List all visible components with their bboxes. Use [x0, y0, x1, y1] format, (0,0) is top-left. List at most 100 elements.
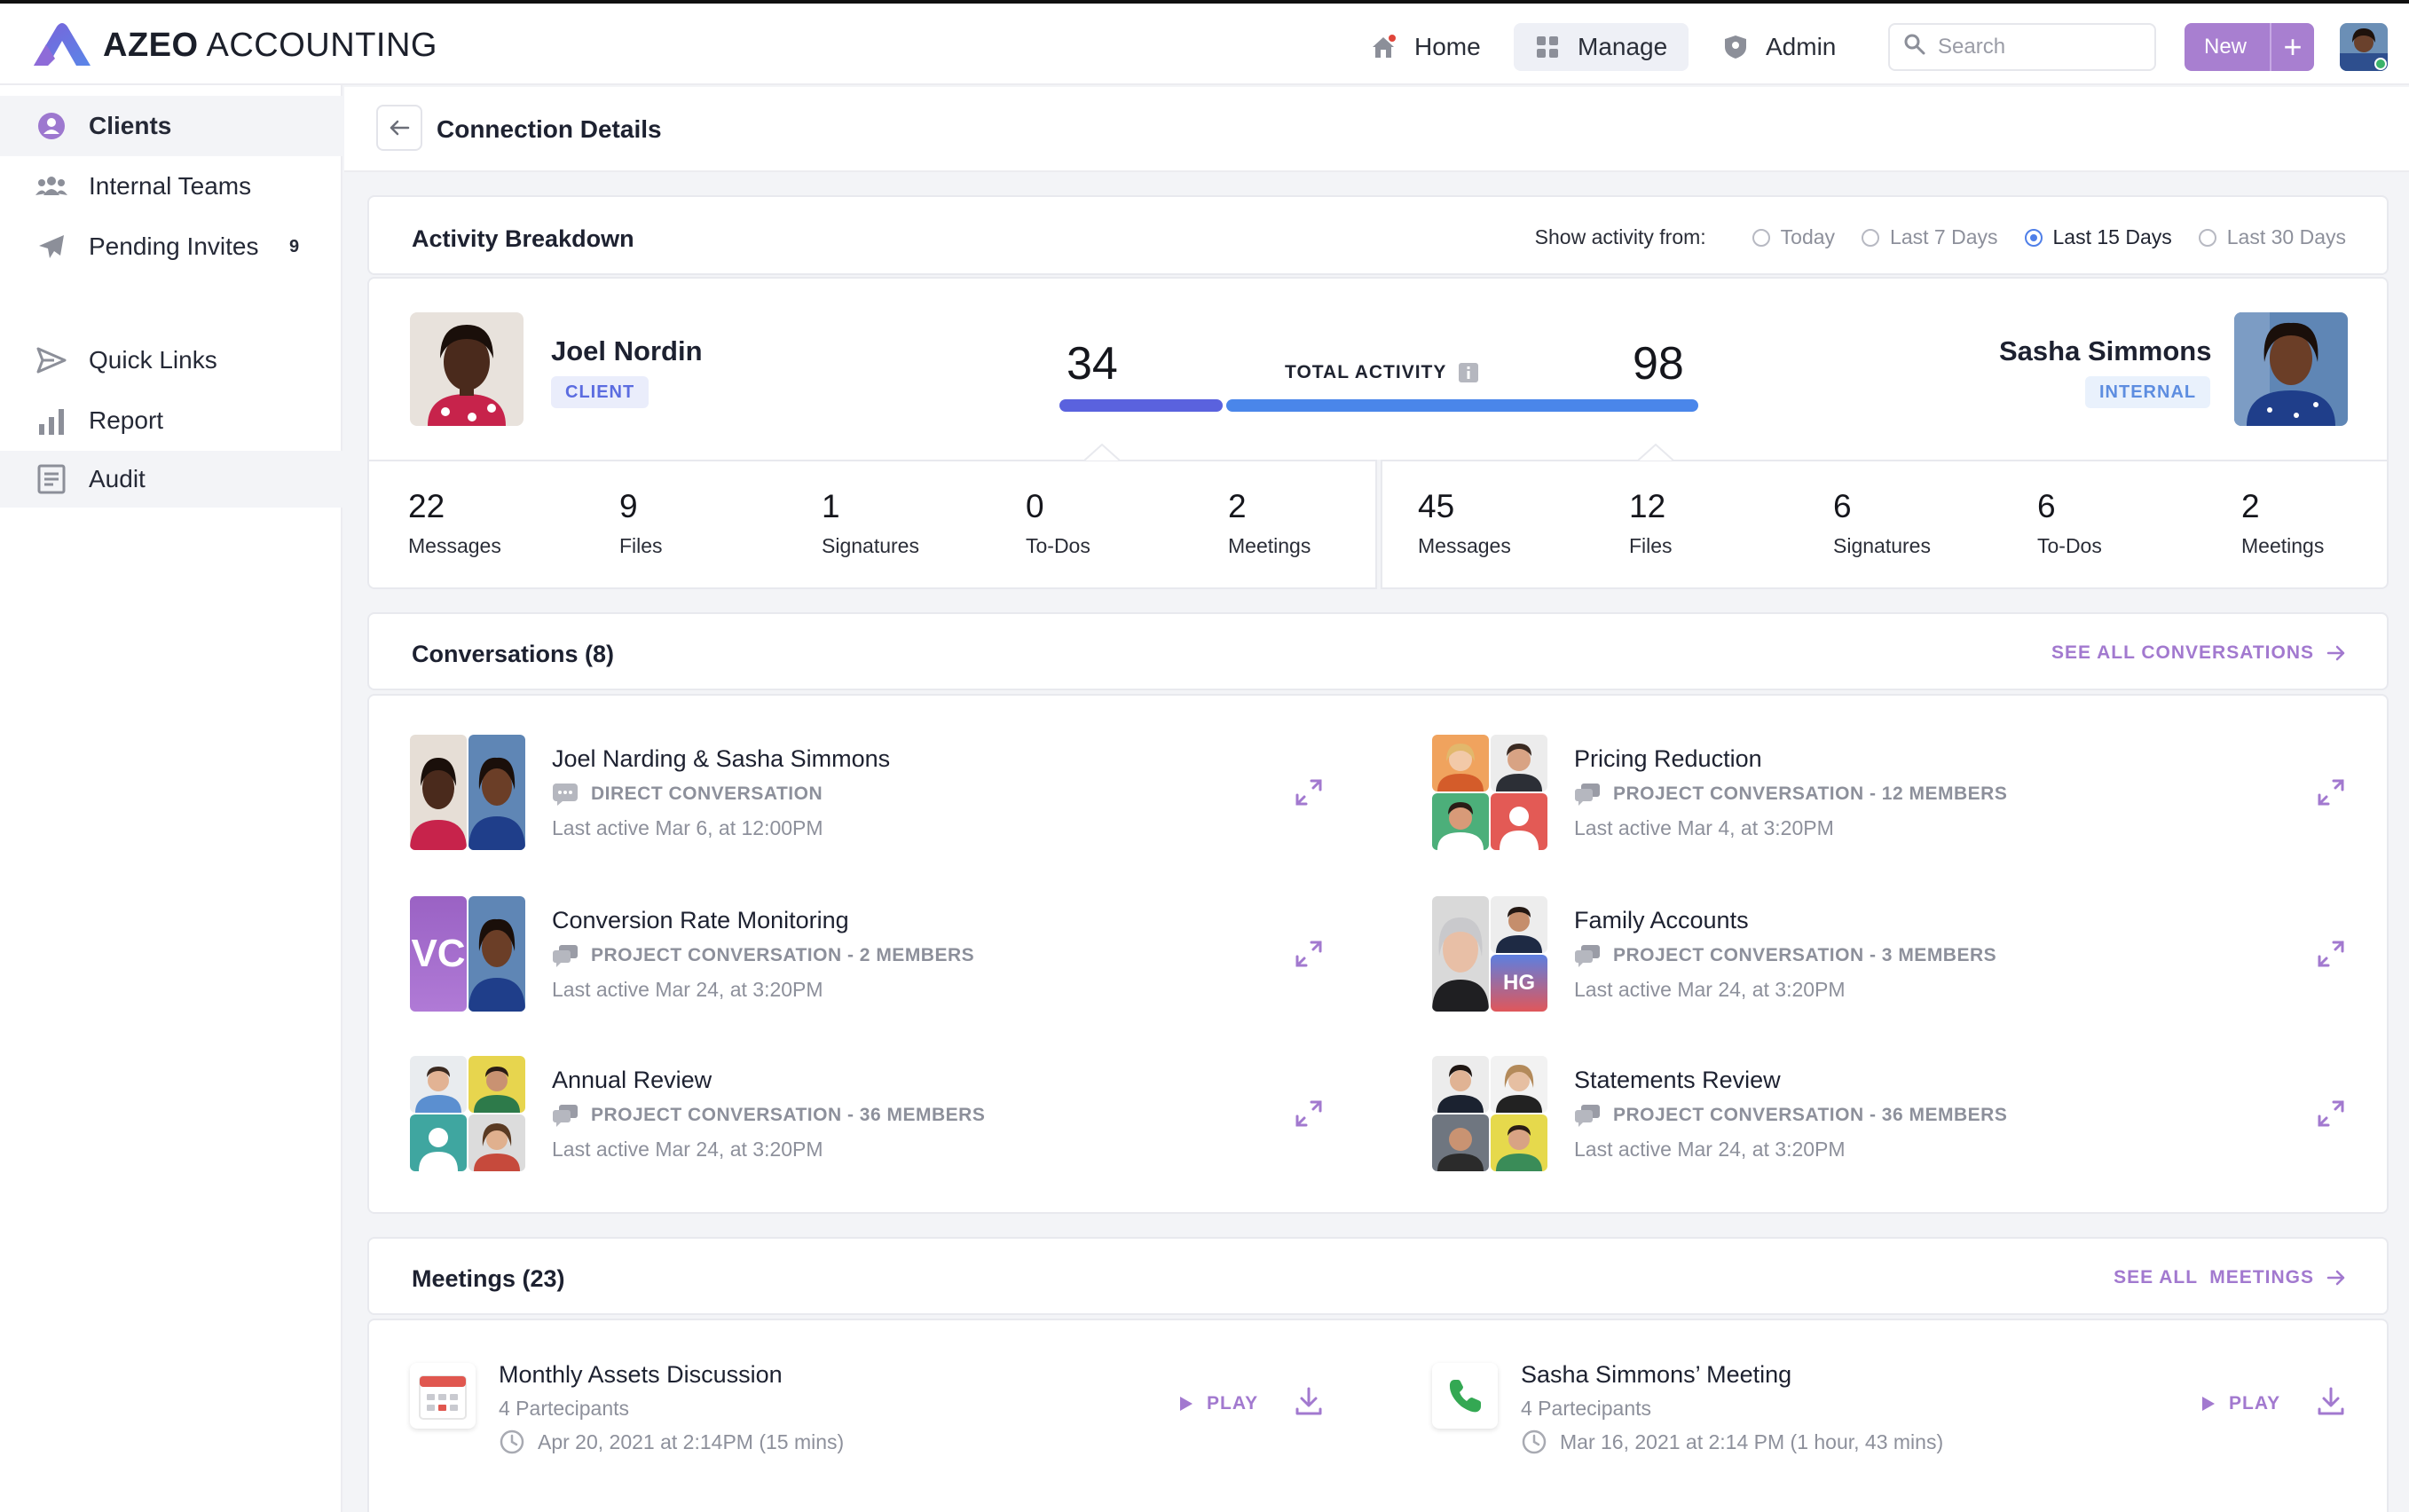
send-icon	[34, 347, 69, 374]
internal-stat-todos: 6 To-Dos	[2037, 488, 2102, 558]
play-icon	[2202, 1397, 2215, 1411]
app-logo[interactable]: AZEO ACCOUNTING	[30, 21, 437, 69]
radio-last-30-days[interactable]: Last 30 Days	[2198, 225, 2346, 249]
conversation-item[interactable]: Annual Review PROJECT CONVERSATION - 36 …	[410, 1056, 1342, 1171]
stat-value: 0	[1026, 488, 1044, 524]
internal-role-badge: INTERNAL	[2085, 376, 2211, 408]
radio-last-15-days[interactable]: Last 15 Days	[2024, 225, 2172, 249]
conversation-item[interactable]: Statements Review PROJECT CONVERSATION -…	[1432, 1056, 2364, 1171]
stat-value: 12	[1629, 488, 1666, 524]
conversation-title: Family Accounts	[1574, 907, 1749, 933]
activity-range-filter: Show activity from: Today Last 7 Days La…	[1535, 225, 2346, 249]
avatar	[410, 1114, 467, 1171]
sidebar-item-label: Quick Links	[89, 346, 217, 374]
grid-icon	[1535, 35, 1560, 59]
see-all-meetings-link[interactable]: SEE ALL MEETINGS	[2114, 1267, 2346, 1288]
conversation-item[interactable]: Joel Narding & Sasha Simmons DIRECT CONV…	[410, 735, 1342, 850]
play-button[interactable]: PLAY	[2200, 1393, 2280, 1414]
search-input[interactable]	[1938, 35, 2151, 59]
meeting-item[interactable]: Monthly Assets Discussion 4 Partecipants…	[410, 1342, 1342, 1457]
meetings-title: Meetings (23)	[412, 1265, 565, 1292]
nav-home[interactable]: Home	[1349, 23, 1502, 71]
avatar	[1491, 1056, 1547, 1113]
conversation-type: DIRECT CONVERSATION	[552, 783, 823, 806]
nav-manage-label: Manage	[1578, 33, 1668, 60]
chat-bubbles-icon	[1574, 783, 1601, 806]
meeting-participants: 4 Partecipants	[1521, 1397, 1652, 1420]
client-stat-signatures: 1 Signatures	[822, 488, 919, 558]
conversation-avatars	[1432, 735, 1547, 850]
initials-text: VC	[411, 932, 466, 975]
internal-photo	[2234, 312, 2348, 426]
total-activity-text: TOTAL ACTIVITY	[1285, 362, 1447, 382]
stat-label: Meetings	[1228, 534, 1311, 557]
conversation-last-active: Last active Mar 4, at 3:20PM	[1574, 816, 1834, 839]
radio-last-7-days[interactable]: Last 7 Days	[1862, 225, 1998, 249]
arrow-left-icon	[390, 120, 410, 136]
conversation-item[interactable]: VC Conversion Rate Monitoring PROJECT CO…	[410, 896, 1342, 1012]
internal-stat-files: 12 Files	[1629, 488, 1673, 558]
avatar	[1491, 896, 1547, 953]
stat-label: Signatures	[822, 534, 919, 557]
paper-plane-icon	[34, 233, 69, 260]
expand-icon[interactable]	[2316, 939, 2346, 969]
nav-admin[interactable]: Admin	[1702, 23, 1857, 71]
sidebar-item-report[interactable]: Report	[0, 390, 342, 451]
meetings-header-card: Meetings (23) SEE ALL MEETINGS	[367, 1237, 2389, 1315]
play-label: PLAY	[2229, 1393, 2281, 1414]
expand-icon[interactable]	[1294, 1099, 1324, 1129]
expand-icon[interactable]	[2316, 777, 2346, 807]
radio-dot	[2024, 228, 2043, 247]
new-button[interactable]: New +	[2185, 23, 2314, 71]
filter-label: Show activity from:	[1534, 225, 1706, 248]
expand-icon[interactable]	[1294, 777, 1324, 807]
search-box[interactable]	[1888, 23, 2156, 71]
conversation-type-label: PROJECT CONVERSATION - 2 MEMBERS	[591, 945, 975, 965]
download-icon[interactable]	[1294, 1386, 1324, 1416]
sidebar-item-pending-invites[interactable]: Pending Invites 9	[0, 217, 342, 277]
avatar	[410, 735, 467, 850]
see-all-label: SEE ALL MEETINGS	[2114, 1267, 2314, 1288]
nav-manage[interactable]: Manage	[1514, 23, 1689, 71]
client-stat-todos: 0 To-Dos	[1026, 488, 1090, 558]
radio-today[interactable]: Today	[1752, 225, 1835, 249]
sidebar-item-label: Clients	[89, 112, 172, 139]
chat-bubbles-icon	[1574, 1104, 1601, 1127]
sidebar: Clients Internal Teams Pending Invites 9…	[0, 85, 342, 1512]
conversation-item[interactable]: Pricing Reduction PROJECT CONVERSATION -…	[1432, 735, 2364, 850]
sidebar-item-label: Audit	[89, 465, 146, 492]
sidebar-item-quick-links[interactable]: Quick Links	[0, 330, 342, 390]
see-all-conversations-link[interactable]: SEE ALL CONVERSATIONS	[2051, 642, 2346, 664]
pointer-caret-left	[1084, 444, 1120, 461]
info-icon[interactable]	[1459, 363, 1479, 382]
avatar-image	[2340, 23, 2388, 71]
expand-icon[interactable]	[2316, 1099, 2346, 1129]
sidebar-item-audit[interactable]: Audit	[0, 451, 342, 508]
sidebar-item-label: Pending Invites	[89, 232, 259, 260]
document-list-icon	[34, 464, 69, 494]
avatar	[468, 1056, 525, 1113]
avatar	[1432, 896, 1489, 1012]
sidebar-item-internal-teams[interactable]: Internal Teams	[0, 156, 342, 217]
download-icon[interactable]	[2316, 1386, 2346, 1416]
stat-label: Files	[619, 534, 663, 557]
expand-icon[interactable]	[1294, 939, 1324, 969]
chat-bubbles-icon	[552, 1104, 579, 1127]
play-button[interactable]: PLAY	[1178, 1393, 1258, 1414]
conversation-title: Pricing Reduction	[1574, 745, 1762, 772]
back-button[interactable]	[376, 105, 422, 151]
user-avatar[interactable]	[2340, 23, 2388, 71]
pending-count-badge: 9	[289, 236, 300, 256]
meeting-item[interactable]: Sasha Simmons’ Meeting 4 Partecipants Ma…	[1432, 1342, 2364, 1457]
plus-icon[interactable]: +	[2270, 23, 2314, 71]
avatar	[1491, 735, 1547, 791]
sidebar-item-clients[interactable]: Clients	[0, 96, 342, 156]
activity-header-card: Activity Breakdown Show activity from: T…	[367, 195, 2389, 275]
play-icon	[1180, 1397, 1193, 1411]
conversation-item[interactable]: HG Family Accounts PROJECT CONVERSATION …	[1432, 896, 2364, 1012]
internal-stat-signatures: 6 Signatures	[1833, 488, 1931, 558]
meeting-time: Apr 20, 2021 at 2:14PM (15 mins)	[499, 1429, 844, 1455]
conversations-header-card: Conversations (8) SEE ALL CONVERSATIONS	[367, 612, 2389, 690]
page-title: Connection Details	[437, 115, 662, 143]
radio-dot	[1752, 228, 1770, 247]
